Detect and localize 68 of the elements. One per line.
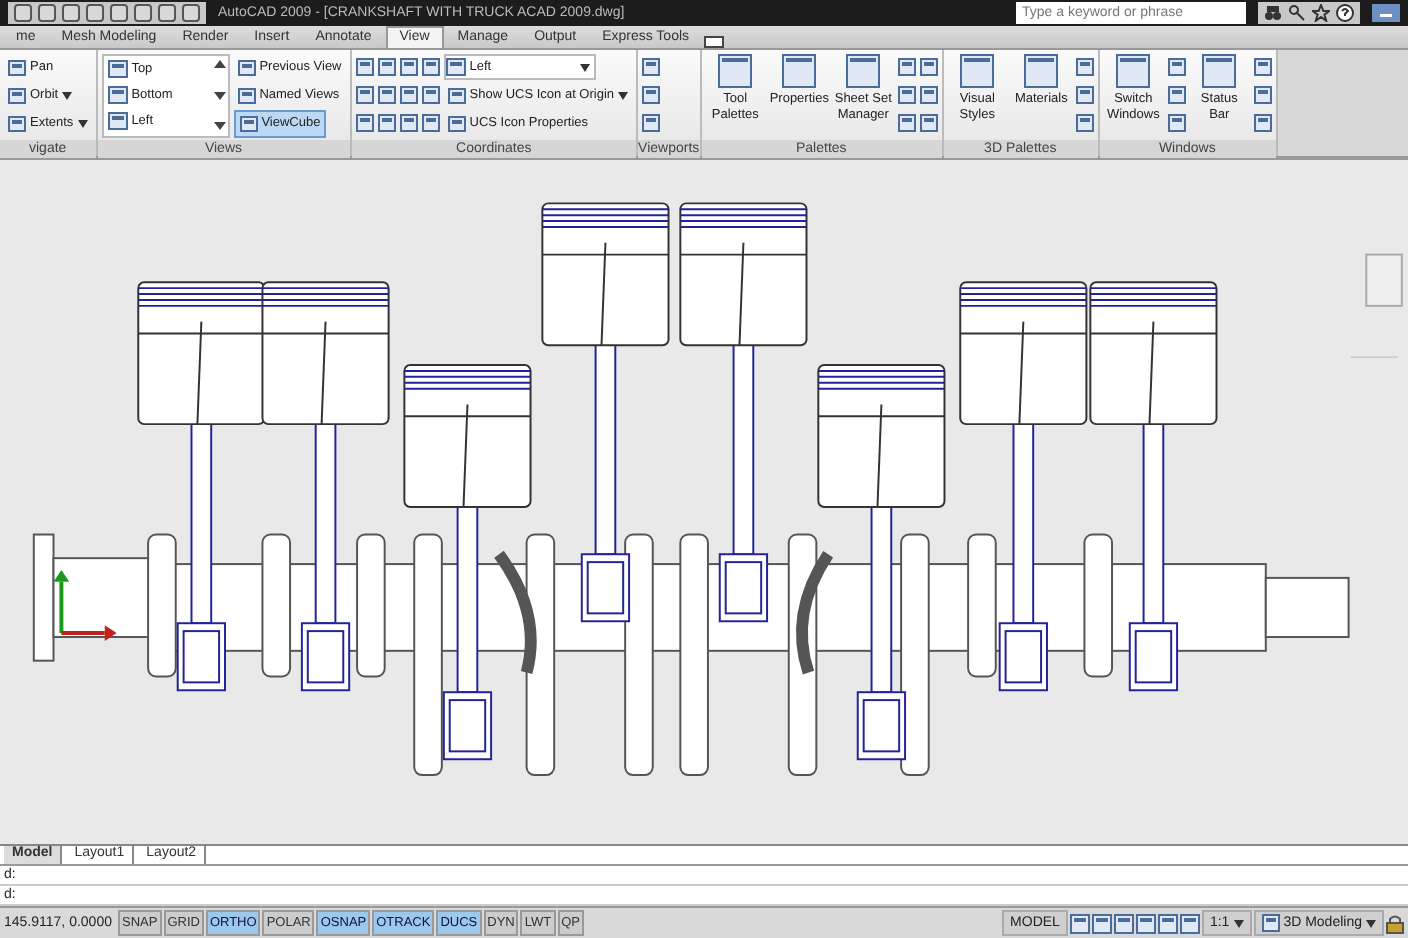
window-icon[interactable]: [1253, 58, 1272, 76]
cube-face-icon[interactable]: [107, 111, 128, 129]
status-icon[interactable]: [1113, 913, 1134, 933]
window-icon[interactable]: [642, 86, 661, 104]
window-icon[interactable]: [846, 54, 881, 88]
gear-icon[interactable]: [1261, 914, 1280, 932]
window-icon[interactable]: [897, 114, 916, 132]
window-icon[interactable]: [399, 58, 418, 76]
window-icon[interactable]: [8, 115, 26, 131]
window-icon[interactable]: [1253, 86, 1272, 104]
window-icon[interactable]: [421, 58, 440, 76]
minimize-icon[interactable]: [1372, 4, 1400, 22]
window-icon[interactable]: [1167, 58, 1186, 76]
window-icon[interactable]: [399, 114, 418, 132]
cube-face-icon[interactable]: [107, 85, 128, 103]
window-icon[interactable]: [1253, 114, 1272, 132]
viewcube-icon: [1349, 253, 1403, 359]
status-icon[interactable]: [1157, 913, 1178, 933]
window-icon[interactable]: [1167, 86, 1186, 104]
window-icon[interactable]: [355, 114, 374, 132]
window-icon[interactable]: [1075, 86, 1094, 104]
window-icon[interactable]: [237, 59, 256, 75]
window-icon[interactable]: [1075, 58, 1094, 76]
window-icon[interactable]: [1202, 54, 1237, 88]
window-icon[interactable]: [447, 115, 466, 131]
window-icon[interactable]: [960, 54, 995, 88]
binoculars-icon[interactable]: [1264, 4, 1282, 22]
status-icon[interactable]: [1069, 913, 1090, 933]
caret-icon: [1233, 919, 1244, 927]
window-icon[interactable]: [421, 86, 440, 104]
cube-face-icon[interactable]: [107, 59, 128, 77]
window-icon[interactable]: [782, 54, 817, 88]
star-icon[interactable]: [1312, 4, 1330, 22]
window-icon[interactable]: [377, 86, 396, 104]
window-icon[interactable]: [897, 58, 916, 76]
window-icon[interactable]: [1116, 54, 1151, 88]
help-icon[interactable]: [1336, 4, 1354, 22]
window-icon[interactable]: [919, 58, 938, 76]
window-icon[interactable]: [445, 58, 466, 76]
status-icon[interactable]: [1135, 913, 1156, 933]
window-icon[interactable]: [237, 87, 256, 103]
window-icon[interactable]: [377, 114, 396, 132]
panel-toggle-icon[interactable]: [703, 36, 724, 48]
caret-icon: [1366, 919, 1376, 927]
window-icon[interactable]: [718, 54, 753, 88]
window-icon[interactable]: [399, 86, 418, 104]
window-icon[interactable]: [377, 58, 396, 76]
window-icon[interactable]: [8, 59, 26, 75]
window-icon[interactable]: [1075, 114, 1094, 132]
caret-icon: [579, 63, 590, 71]
window-icon[interactable]: [642, 58, 661, 76]
ucs-icon: [53, 570, 117, 641]
window-icon[interactable]: [8, 87, 26, 103]
window-icon[interactable]: [1024, 54, 1059, 88]
window-icon[interactable]: [919, 114, 938, 132]
window-icon[interactable]: [355, 58, 374, 76]
lock-icon[interactable]: [1386, 913, 1404, 933]
window-icon[interactable]: [355, 86, 374, 104]
status-icon[interactable]: [1091, 913, 1112, 933]
window-icon[interactable]: [447, 87, 466, 103]
window-icon[interactable]: [239, 115, 258, 131]
window-icon[interactable]: [421, 114, 440, 132]
scroll-arrows-icon[interactable]: [211, 55, 228, 135]
status-icon[interactable]: [1179, 913, 1200, 933]
window-icon[interactable]: [919, 86, 938, 104]
window-icon[interactable]: [1167, 114, 1186, 132]
window-icon[interactable]: [642, 114, 661, 132]
window-icon[interactable]: [897, 86, 916, 104]
